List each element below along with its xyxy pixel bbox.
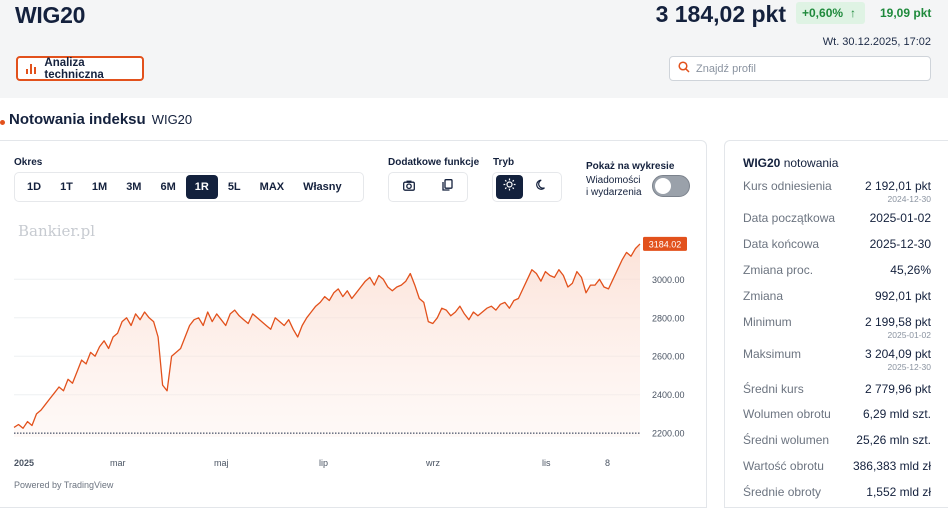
summary-row-value: 2 199,58 pkt (864, 315, 931, 329)
summary-row-label: Data początkowa (743, 211, 836, 225)
x-tick-label: maj (214, 458, 229, 468)
show-on-chart-label: Pokaż na wykresie (586, 161, 675, 172)
sun-icon (503, 178, 516, 196)
quote-header: WIG20 3 184,02 pkt +0,60% ↑ 19,09 pkt Wt… (0, 0, 948, 98)
section-title: Notowania indeksu WIG20 (0, 111, 192, 128)
x-tick-label: wrz (425, 458, 440, 468)
summary-row-value: 2025-01-02 (869, 211, 931, 225)
summary-row-date: 2025-12-30 (887, 362, 931, 372)
change-percent-badge: +0,60% ↑ (796, 2, 865, 24)
summary-row-label: Wolumen obrotu (743, 407, 831, 421)
summary-row-label: Minimum (743, 315, 792, 329)
arrow-up-icon: ↑ (850, 6, 857, 20)
y-tick-label: 3000.00 (652, 275, 685, 285)
chart-panel: Okres 1D 1T 1M 3M 6M 1R 5L MAX Własny Dodatkowe … (0, 140, 707, 508)
period-button-3m[interactable]: 3M (117, 175, 150, 199)
x-tick-label: lis (542, 458, 551, 468)
last-price-label: 3184.02 (649, 239, 682, 249)
summary-title: WIG20 notowania (743, 156, 839, 170)
moon-icon (535, 178, 548, 196)
profile-search-box[interactable] (669, 56, 931, 81)
summary-row-date: 2024-12-30 (887, 194, 931, 204)
quote-datetime: Wt. 30.12.2025, 17:02 (822, 36, 931, 48)
summary-row-value: 3 204,09 pkt (864, 347, 931, 361)
change-percent: +0,60% (802, 6, 844, 20)
extra-functions (388, 172, 468, 202)
powered-by-tradingview[interactable]: Powered by TradingView (14, 480, 113, 490)
period-button-1d[interactable]: 1D (18, 175, 50, 199)
copy-icon[interactable] (442, 178, 453, 196)
x-tick-label: 2025 (14, 458, 34, 468)
summary-row-label: Zmiana (743, 289, 784, 303)
summary-row-label: Kurs odniesienia (743, 179, 832, 193)
period-selector: 1D 1T 1M 3M 6M 1R 5L MAX Własny (14, 172, 364, 202)
period-button-1t[interactable]: 1T (51, 175, 82, 199)
summary-row-label: Data końcowa (743, 237, 820, 251)
summary-row-label: Średnie obroty (743, 485, 822, 499)
toggle-knob (655, 178, 671, 194)
summary-row-value: 1,552 mld zł (866, 485, 931, 499)
x-tick-label: 8 (605, 458, 610, 468)
period-button-max[interactable]: MAX (251, 175, 293, 199)
technical-analysis-button[interactable]: Analiza techniczna (16, 56, 144, 81)
search-icon (678, 60, 690, 78)
functions-label: Dodatkowe funkcje (388, 157, 480, 168)
summary-row-label: Maksimum (743, 347, 802, 361)
x-tick-label: lip (319, 458, 328, 468)
camera-icon[interactable] (402, 178, 415, 196)
dark-mode-button[interactable] (529, 175, 556, 199)
summary-row-date: 2025-01-02 (887, 330, 931, 340)
summary-row-label: Wartość obrotu (743, 459, 824, 473)
light-mode-button[interactable] (496, 175, 523, 199)
current-price: 3 184,02 pkt (655, 1, 786, 27)
summary-row-value: 25,26 mln szt. (856, 433, 931, 447)
price-chart[interactable]: 2200.00 2400.00 2600.00 2800.00 3000.00 3184.… (0, 201, 706, 481)
x-tick-label: mar (110, 458, 126, 468)
summary-panel: WIG20 notowania Kurs odniesienia 2 192,01… (724, 140, 948, 508)
period-button-6m[interactable]: 6M (151, 175, 184, 199)
summary-row-value: 45,26% (890, 263, 931, 277)
period-label: Okres (14, 157, 43, 168)
period-button-5l[interactable]: 5L (219, 175, 250, 199)
events-toggle[interactable] (652, 175, 690, 197)
summary-row-value: 2025-12-30 (869, 237, 931, 251)
search-input[interactable] (696, 62, 916, 75)
y-tick-label: 2400.00 (652, 390, 685, 400)
bar-chart-icon (26, 63, 37, 74)
y-tick-label: 2800.00 (652, 313, 685, 323)
summary-row-label: Średni kurs (743, 382, 804, 396)
events-label: Wiadomości i wydarzenia (586, 175, 642, 198)
theme-mode-selector (492, 172, 562, 202)
y-tick-label: 2600.00 (652, 352, 685, 362)
period-button-własny[interactable]: Własny (294, 175, 351, 199)
ticker-symbol: WIG20 (15, 2, 86, 28)
bullet-dot-icon (0, 120, 5, 125)
summary-row-value: 386,383 mld zł (852, 459, 931, 473)
summary-row-value: 2 192,01 pkt (864, 179, 931, 193)
summary-row-value: 2 779,96 pkt (864, 382, 931, 396)
summary-row-label: Zmiana proc. (743, 263, 814, 277)
period-button-1r[interactable]: 1R (185, 175, 218, 199)
technical-analysis-label: Analiza techniczna (44, 56, 104, 81)
section-subtitle: WIG20 (151, 112, 193, 127)
summary-row-label: Średni wolumen (743, 433, 830, 447)
period-button-1m[interactable]: 1M (83, 175, 116, 199)
y-tick-label: 2200.00 (652, 429, 685, 439)
section-title-text: Notowania indeksu (9, 111, 146, 128)
change-points: 19,09 pkt (880, 6, 932, 20)
summary-row-value: 992,01 pkt (874, 289, 931, 303)
summary-row-value: 6,29 mld szt. (862, 407, 931, 421)
mode-label: Tryb (493, 157, 515, 168)
